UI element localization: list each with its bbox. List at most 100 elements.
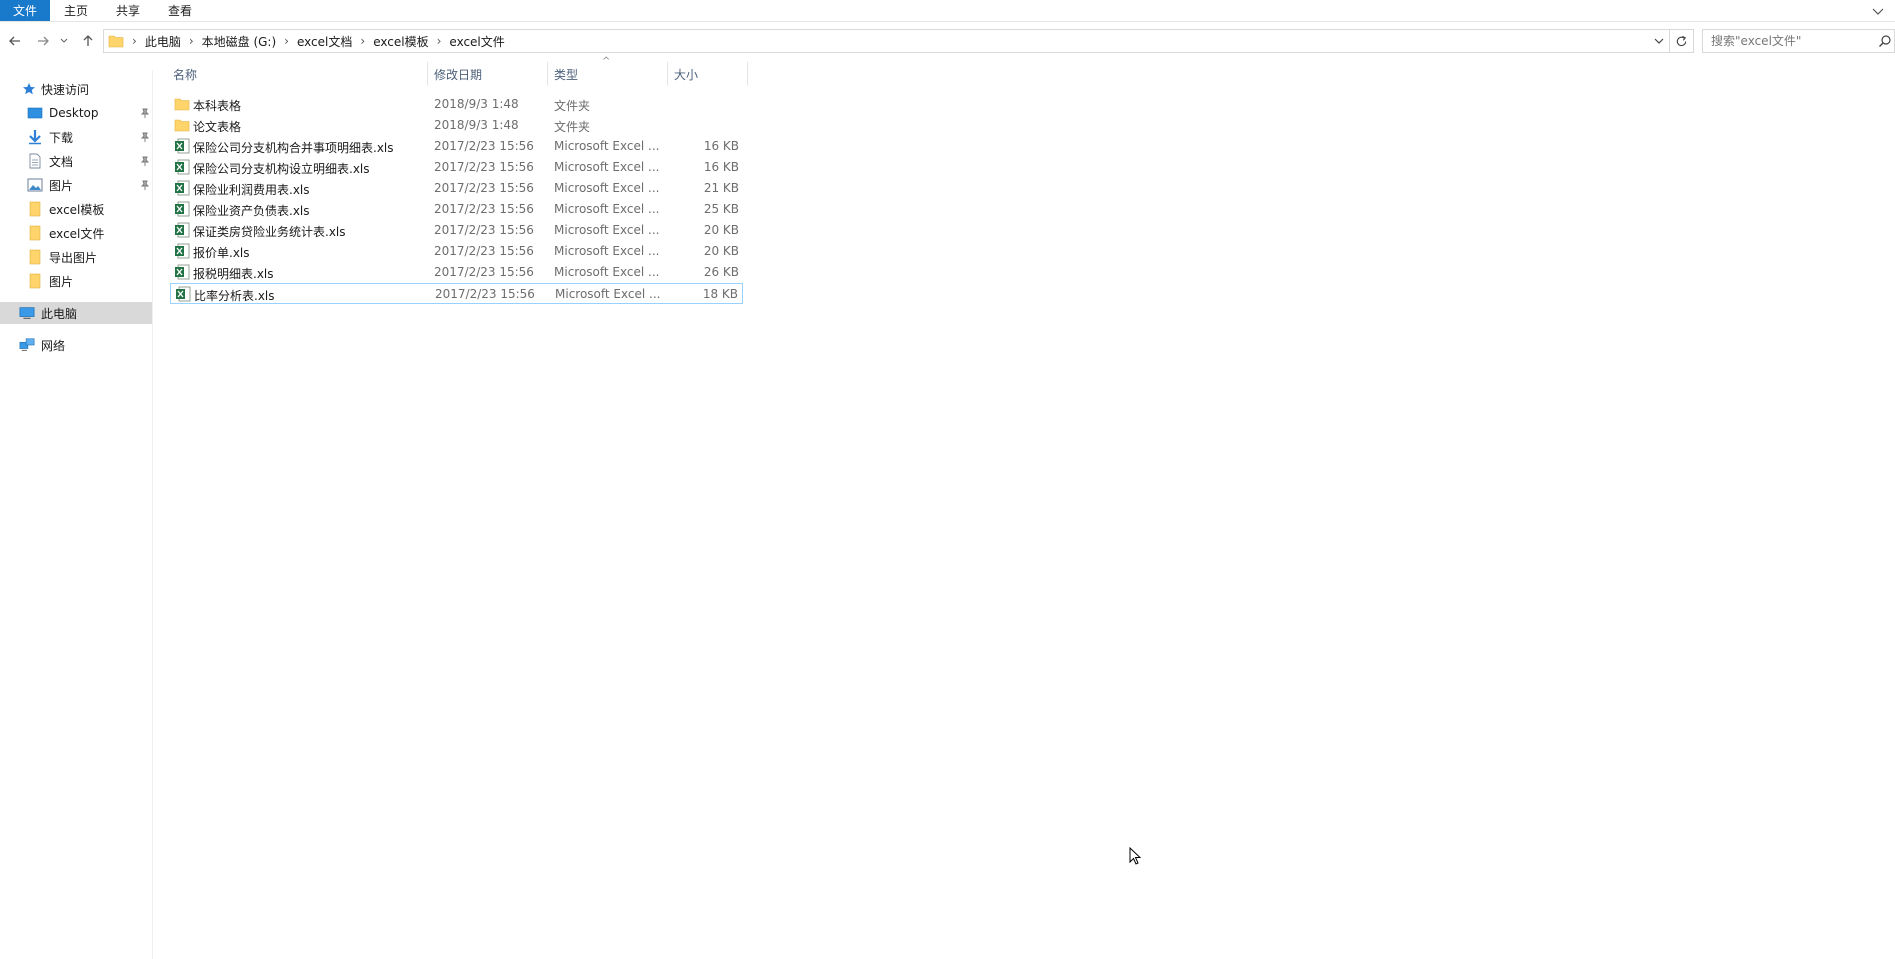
file-name: 比率分析表.xls	[194, 289, 275, 303]
file-type: 文件夹	[554, 99, 591, 113]
breadcrumb-excel-docs[interactable]: excel文档	[297, 33, 352, 50]
nav-label: 快速访问	[41, 82, 90, 97]
nav-network[interactable]: 网络	[0, 334, 152, 356]
column-header-size[interactable]: 大小	[674, 62, 746, 86]
column-divider[interactable]	[667, 62, 668, 86]
column-divider[interactable]	[547, 62, 548, 86]
nav-quick-access[interactable]: 快速访问	[0, 78, 152, 100]
file-row-selected[interactable]: 比率分析表.xls 2017/2/23 15:56 Microsoft Exce…	[170, 283, 743, 304]
nav-label: excel模板	[49, 202, 105, 217]
pictures-icon	[27, 177, 43, 193]
pin-icon[interactable]	[139, 179, 151, 191]
column-divider[interactable]	[427, 62, 428, 86]
documents-icon	[27, 153, 43, 169]
nav-item-documents[interactable]: 文档	[0, 150, 152, 172]
folder-icon	[174, 96, 190, 112]
up-arrow-icon[interactable]	[79, 32, 97, 50]
file-row[interactable]: 论文表格 2018/9/3 1:48 文件夹	[170, 115, 743, 136]
ribbon-tabs: 文件 主页 共享 查看	[0, 0, 1895, 22]
nav-label: excel文件	[49, 226, 105, 241]
column-header-date[interactable]: 修改日期	[434, 62, 546, 86]
file-date: 2017/2/23 15:56	[434, 139, 534, 153]
nav-label: 文档	[49, 154, 74, 169]
nav-item-excel-templates[interactable]: excel模板	[0, 198, 152, 220]
nav-this-pc[interactable]: 此电脑	[0, 302, 152, 324]
file-size: 16 KB	[703, 160, 739, 174]
folder-icon	[27, 249, 43, 265]
tab-view[interactable]: 查看	[154, 0, 206, 21]
file-name: 保险业资产负债表.xls	[193, 204, 310, 218]
column-header-name[interactable]: 名称	[173, 62, 426, 86]
file-date: 2017/2/23 15:56	[434, 202, 534, 216]
breadcrumb-this-pc[interactable]: 此电脑	[145, 33, 181, 50]
file-date: 2018/9/3 1:48	[434, 97, 519, 111]
excel-file-icon	[174, 222, 190, 238]
excel-file-icon	[174, 180, 190, 196]
excel-file-icon	[174, 201, 190, 217]
chevron-down-icon[interactable]	[1871, 4, 1885, 18]
column-header-type[interactable]: 类型	[554, 62, 666, 86]
tab-home[interactable]: 主页	[50, 0, 102, 21]
file-row[interactable]: 报税明细表.xls 2017/2/23 15:56 Microsoft Exce…	[170, 262, 743, 283]
file-row[interactable]: 保险公司分支机构设立明细表.xls 2017/2/23 15:56 Micros…	[170, 157, 743, 178]
excel-file-icon	[174, 264, 190, 280]
nav-item-downloads[interactable]: 下载	[0, 126, 152, 148]
file-name: 保险公司分支机构合并事项明细表.xls	[193, 141, 394, 155]
file-row[interactable]: 保险业利润费用表.xls 2017/2/23 15:56 Microsoft E…	[170, 178, 743, 199]
nav-label: 此电脑	[41, 306, 78, 321]
file-date: 2017/2/23 15:56	[434, 160, 534, 174]
address-toolbar: › 此电脑 › 本地磁盘 (G:) › excel文档 › excel模板 › …	[0, 29, 1895, 55]
breadcrumb-excel-templates[interactable]: excel模板	[373, 33, 428, 50]
search-box[interactable]	[1702, 29, 1895, 53]
file-date: 2017/2/23 15:56	[434, 181, 534, 195]
folder-icon	[27, 273, 43, 289]
file-name: 报税明细表.xls	[193, 267, 274, 281]
file-size: 16 KB	[703, 139, 739, 153]
file-row[interactable]: 保证类房贷险业务统计表.xls 2017/2/23 15:56 Microsof…	[170, 220, 743, 241]
tab-share[interactable]: 共享	[102, 0, 154, 21]
file-row[interactable]: 保险公司分支机构合并事项明细表.xls 2017/2/23 15:56 Micr…	[170, 136, 743, 157]
folder-icon	[174, 117, 190, 133]
column-divider[interactable]	[747, 62, 748, 86]
back-arrow-icon[interactable]	[6, 32, 24, 50]
nav-item-excel-files[interactable]: excel文件	[0, 222, 152, 244]
pin-icon[interactable]	[139, 131, 151, 143]
search-icon[interactable]	[1878, 34, 1892, 51]
breadcrumb-separator[interactable]: ›	[284, 34, 289, 48]
nav-item-desktop[interactable]: Desktop	[0, 102, 152, 124]
address-dropdown-icon[interactable]	[1653, 35, 1665, 50]
file-type: Microsoft Excel ...	[554, 202, 660, 216]
breadcrumb-separator[interactable]: ›	[189, 34, 194, 48]
nav-label: 网络	[41, 338, 66, 353]
breadcrumb-drive[interactable]: 本地磁盘 (G:)	[202, 33, 277, 50]
file-row[interactable]: 报价单.xls 2017/2/23 15:56 Microsoft Excel …	[170, 241, 743, 262]
refresh-icon[interactable]	[1670, 29, 1694, 53]
recent-locations-chevron-icon[interactable]	[58, 32, 70, 50]
tab-file[interactable]: 文件	[0, 0, 51, 21]
breadcrumb-separator[interactable]: ›	[360, 34, 365, 48]
breadcrumb-separator[interactable]: ›	[437, 34, 442, 48]
file-row[interactable]: 保险业资产负债表.xls 2017/2/23 15:56 Microsoft E…	[170, 199, 743, 220]
navigation-pane: 快速访问 Desktop 下载 文档 图片 excel模板 excel文件 导出…	[0, 70, 153, 959]
nav-item-pictures[interactable]: 图片	[0, 174, 152, 196]
file-row[interactable]: 本科表格 2018/9/3 1:48 文件夹	[170, 94, 743, 115]
file-type: Microsoft Excel ...	[554, 181, 660, 195]
file-name: 报价单.xls	[193, 246, 250, 260]
address-bar[interactable]: › 此电脑 › 本地磁盘 (G:) › excel文档 › excel模板 › …	[103, 29, 1670, 53]
breadcrumb-excel-files[interactable]: excel文件	[449, 33, 504, 50]
pin-icon[interactable]	[139, 107, 151, 119]
nav-item-export-pictures[interactable]: 导出图片	[0, 246, 152, 268]
mouse-cursor-icon	[1129, 846, 1143, 870]
nav-item-pictures-folder[interactable]: 图片	[0, 270, 152, 292]
file-type: Microsoft Excel ...	[554, 223, 660, 237]
excel-file-icon	[174, 159, 190, 175]
file-type: Microsoft Excel ...	[554, 265, 660, 279]
pin-icon[interactable]	[139, 155, 151, 167]
folder-icon	[108, 33, 124, 49]
file-date: 2017/2/23 15:56	[434, 244, 534, 258]
folder-icon	[27, 225, 43, 241]
forward-arrow-icon[interactable]	[34, 32, 52, 50]
nav-label: Desktop	[49, 106, 99, 120]
search-input[interactable]	[1711, 34, 1871, 48]
excel-file-icon	[174, 138, 190, 154]
